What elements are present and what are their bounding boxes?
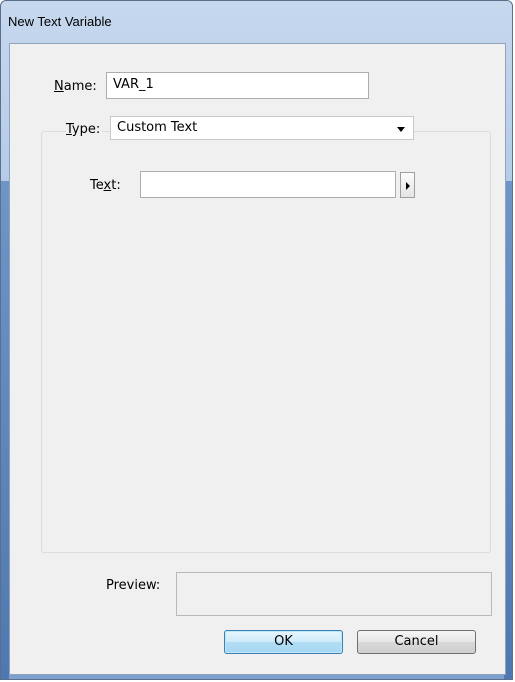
cancel-button[interactable]: Cancel	[357, 630, 476, 654]
name-label: Name:	[54, 79, 97, 94]
chevron-down-icon	[397, 127, 405, 132]
right-triangle-icon	[406, 182, 410, 190]
type-label: Type:	[66, 122, 103, 137]
name-label-accel: N	[54, 79, 64, 94]
text-input[interactable]	[140, 171, 396, 198]
type-label-rest: ype:	[71, 122, 101, 137]
preview-label: Preview:	[106, 578, 161, 593]
window-title: New Text Variable	[8, 14, 112, 29]
dialog-client-area: Name: VAR_1 Type: Custom Text Text: Prev…	[9, 43, 506, 675]
ok-button[interactable]: OK	[224, 630, 343, 654]
type-dropdown-value: Custom Text	[117, 120, 198, 135]
text-label-pre: Te	[90, 178, 104, 193]
name-label-rest: ame:	[63, 79, 97, 94]
text-label-post: t:	[111, 178, 121, 193]
dialog-window: New Text Variable Name: VAR_1 Type: Cust…	[0, 0, 513, 680]
text-label: Text:	[90, 178, 121, 193]
name-input[interactable]: VAR_1	[106, 72, 369, 99]
preview-box	[176, 572, 492, 616]
title-bar[interactable]: New Text Variable	[1, 1, 512, 43]
special-characters-menu-button[interactable]	[400, 172, 415, 198]
window-frame-left	[1, 181, 9, 679]
type-dropdown[interactable]: Custom Text	[110, 116, 414, 140]
